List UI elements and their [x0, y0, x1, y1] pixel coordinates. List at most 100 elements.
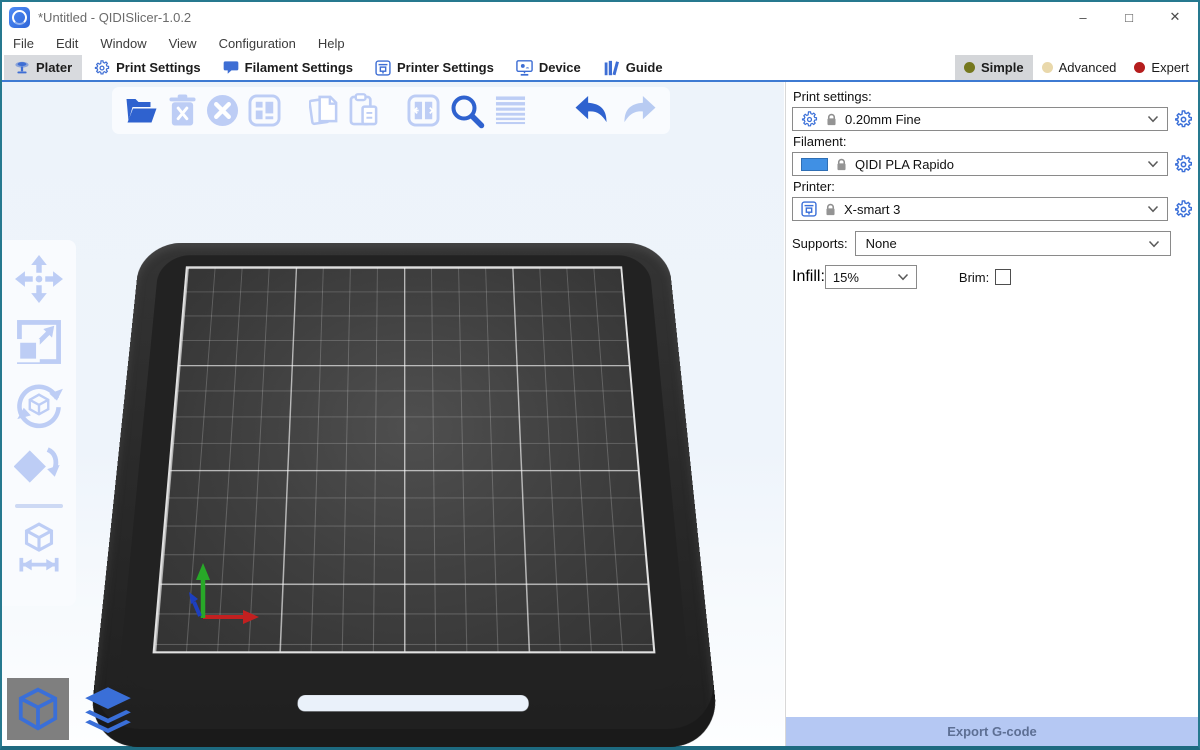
tab-device[interactable]: Device	[506, 55, 591, 80]
printer-select[interactable]: X-smart 3	[792, 197, 1168, 221]
place-on-face-button[interactable]	[14, 443, 64, 491]
supports-value: None	[866, 236, 897, 251]
gear-icon	[1174, 200, 1193, 219]
close-button[interactable]: ✕	[1152, 2, 1198, 32]
print-settings-label: Print settings:	[793, 89, 1193, 104]
lock-icon	[825, 203, 836, 216]
scale-button[interactable]	[14, 317, 64, 367]
chevron-down-icon	[1147, 115, 1159, 123]
lock-icon	[826, 113, 837, 126]
delete-button[interactable]	[168, 94, 197, 127]
printer-label: Printer:	[793, 179, 1193, 194]
viewport-3d[interactable]	[2, 82, 784, 746]
infill-value: 15%	[833, 270, 859, 285]
tabbar: Plater Print Settings Filament Settings …	[2, 55, 1198, 82]
chevron-down-icon	[1147, 205, 1159, 213]
search-button[interactable]	[449, 93, 485, 129]
filament-gear-button[interactable]	[1174, 155, 1193, 174]
undo-icon	[573, 95, 611, 126]
chevron-down-icon	[1147, 160, 1159, 168]
move-button[interactable]	[14, 254, 64, 304]
trash-icon	[168, 94, 197, 127]
chevron-down-icon	[897, 273, 909, 281]
printer-gear-button[interactable]	[1174, 200, 1193, 219]
3d-editor-view-button[interactable]	[7, 678, 69, 740]
move-icon	[14, 254, 64, 304]
gizmo-toolbar	[2, 240, 76, 606]
advanced-dot-icon	[1042, 62, 1053, 73]
menu-file[interactable]: File	[2, 36, 45, 51]
infill-select[interactable]: 15%	[825, 265, 917, 289]
tab-guide[interactable]: Guide	[593, 55, 673, 80]
mode-advanced[interactable]: Advanced	[1033, 55, 1126, 80]
mode-label: Advanced	[1059, 60, 1117, 75]
open-folder-icon	[124, 96, 159, 126]
printer-value: X-smart 3	[844, 202, 900, 217]
tab-printer-settings[interactable]: Printer Settings	[365, 55, 504, 80]
menu-edit[interactable]: Edit	[45, 36, 89, 51]
copy-button[interactable]	[309, 93, 340, 128]
window-title: *Untitled - QIDISlicer-1.0.2	[38, 10, 191, 25]
print-settings-value: 0.20mm Fine	[845, 112, 921, 127]
export-gcode-button[interactable]: Export G-code	[786, 717, 1198, 746]
printer-icon	[801, 201, 817, 217]
layer-lines-icon	[494, 95, 527, 126]
menu-help[interactable]: Help	[307, 36, 356, 51]
supports-select[interactable]: None	[855, 231, 1171, 256]
rotate-icon	[14, 380, 64, 430]
arrange-button[interactable]	[248, 94, 281, 127]
filament-color-swatch	[801, 158, 828, 171]
variable-layer-height-button[interactable]	[494, 95, 527, 126]
place-on-face-icon	[14, 443, 64, 491]
tab-label: Filament Settings	[245, 60, 353, 75]
measure-button[interactable]	[15, 521, 63, 573]
tab-plater[interactable]: Plater	[4, 55, 82, 80]
menu-view[interactable]: View	[158, 36, 208, 51]
tab-label: Print Settings	[116, 60, 201, 75]
brim-label: Brim:	[959, 270, 989, 285]
axes-indicator-icon	[185, 554, 265, 630]
paste-button[interactable]	[349, 93, 380, 128]
filament-select[interactable]: QIDI PLA Rapido	[792, 152, 1168, 176]
menu-configuration[interactable]: Configuration	[208, 36, 307, 51]
print-settings-gear-button[interactable]	[1174, 110, 1193, 129]
print-bed	[114, 200, 694, 740]
supports-label: Supports:	[792, 236, 848, 251]
mode-label: Simple	[981, 60, 1024, 75]
tab-filament-settings[interactable]: Filament Settings	[213, 55, 363, 80]
scale-icon	[14, 317, 64, 367]
layers-icon	[81, 685, 135, 733]
menubar: File Edit Window View Configuration Help	[2, 32, 1198, 55]
rotate-button[interactable]	[14, 380, 64, 430]
undo-button[interactable]	[573, 95, 611, 126]
tab-label: Plater	[36, 60, 72, 75]
delete-all-icon	[206, 94, 239, 127]
lock-icon	[836, 158, 847, 171]
settings-sidebar: Print settings: 0.20mm Fine Filament: QI…	[785, 82, 1198, 746]
paste-icon	[349, 93, 380, 128]
plater-icon	[14, 60, 30, 75]
mode-expert[interactable]: Expert	[1125, 55, 1198, 80]
preview-view-button[interactable]	[77, 678, 139, 740]
tab-label: Printer Settings	[397, 60, 494, 75]
chevron-down-icon	[1148, 240, 1160, 248]
mode-switcher: Simple Advanced Expert	[955, 55, 1198, 80]
maximize-button[interactable]: □	[1106, 2, 1152, 32]
gear-icon	[1174, 155, 1193, 174]
open-button[interactable]	[124, 96, 159, 126]
print-settings-select[interactable]: 0.20mm Fine	[792, 107, 1168, 131]
delete-all-button[interactable]	[206, 94, 239, 127]
minimize-button[interactable]: –	[1060, 2, 1106, 32]
gear-icon	[94, 60, 110, 76]
infill-label: Infill:	[792, 268, 825, 286]
mode-simple[interactable]: Simple	[955, 55, 1033, 80]
split-objects-icon	[407, 94, 440, 127]
menu-window[interactable]: Window	[89, 36, 157, 51]
tab-print-settings[interactable]: Print Settings	[84, 55, 211, 80]
measure-icon	[15, 521, 63, 573]
brim-checkbox[interactable]	[995, 269, 1011, 285]
split-objects-button[interactable]	[407, 94, 440, 127]
gear-icon	[801, 111, 818, 128]
cube-icon	[15, 686, 61, 732]
redo-button[interactable]	[620, 95, 658, 126]
